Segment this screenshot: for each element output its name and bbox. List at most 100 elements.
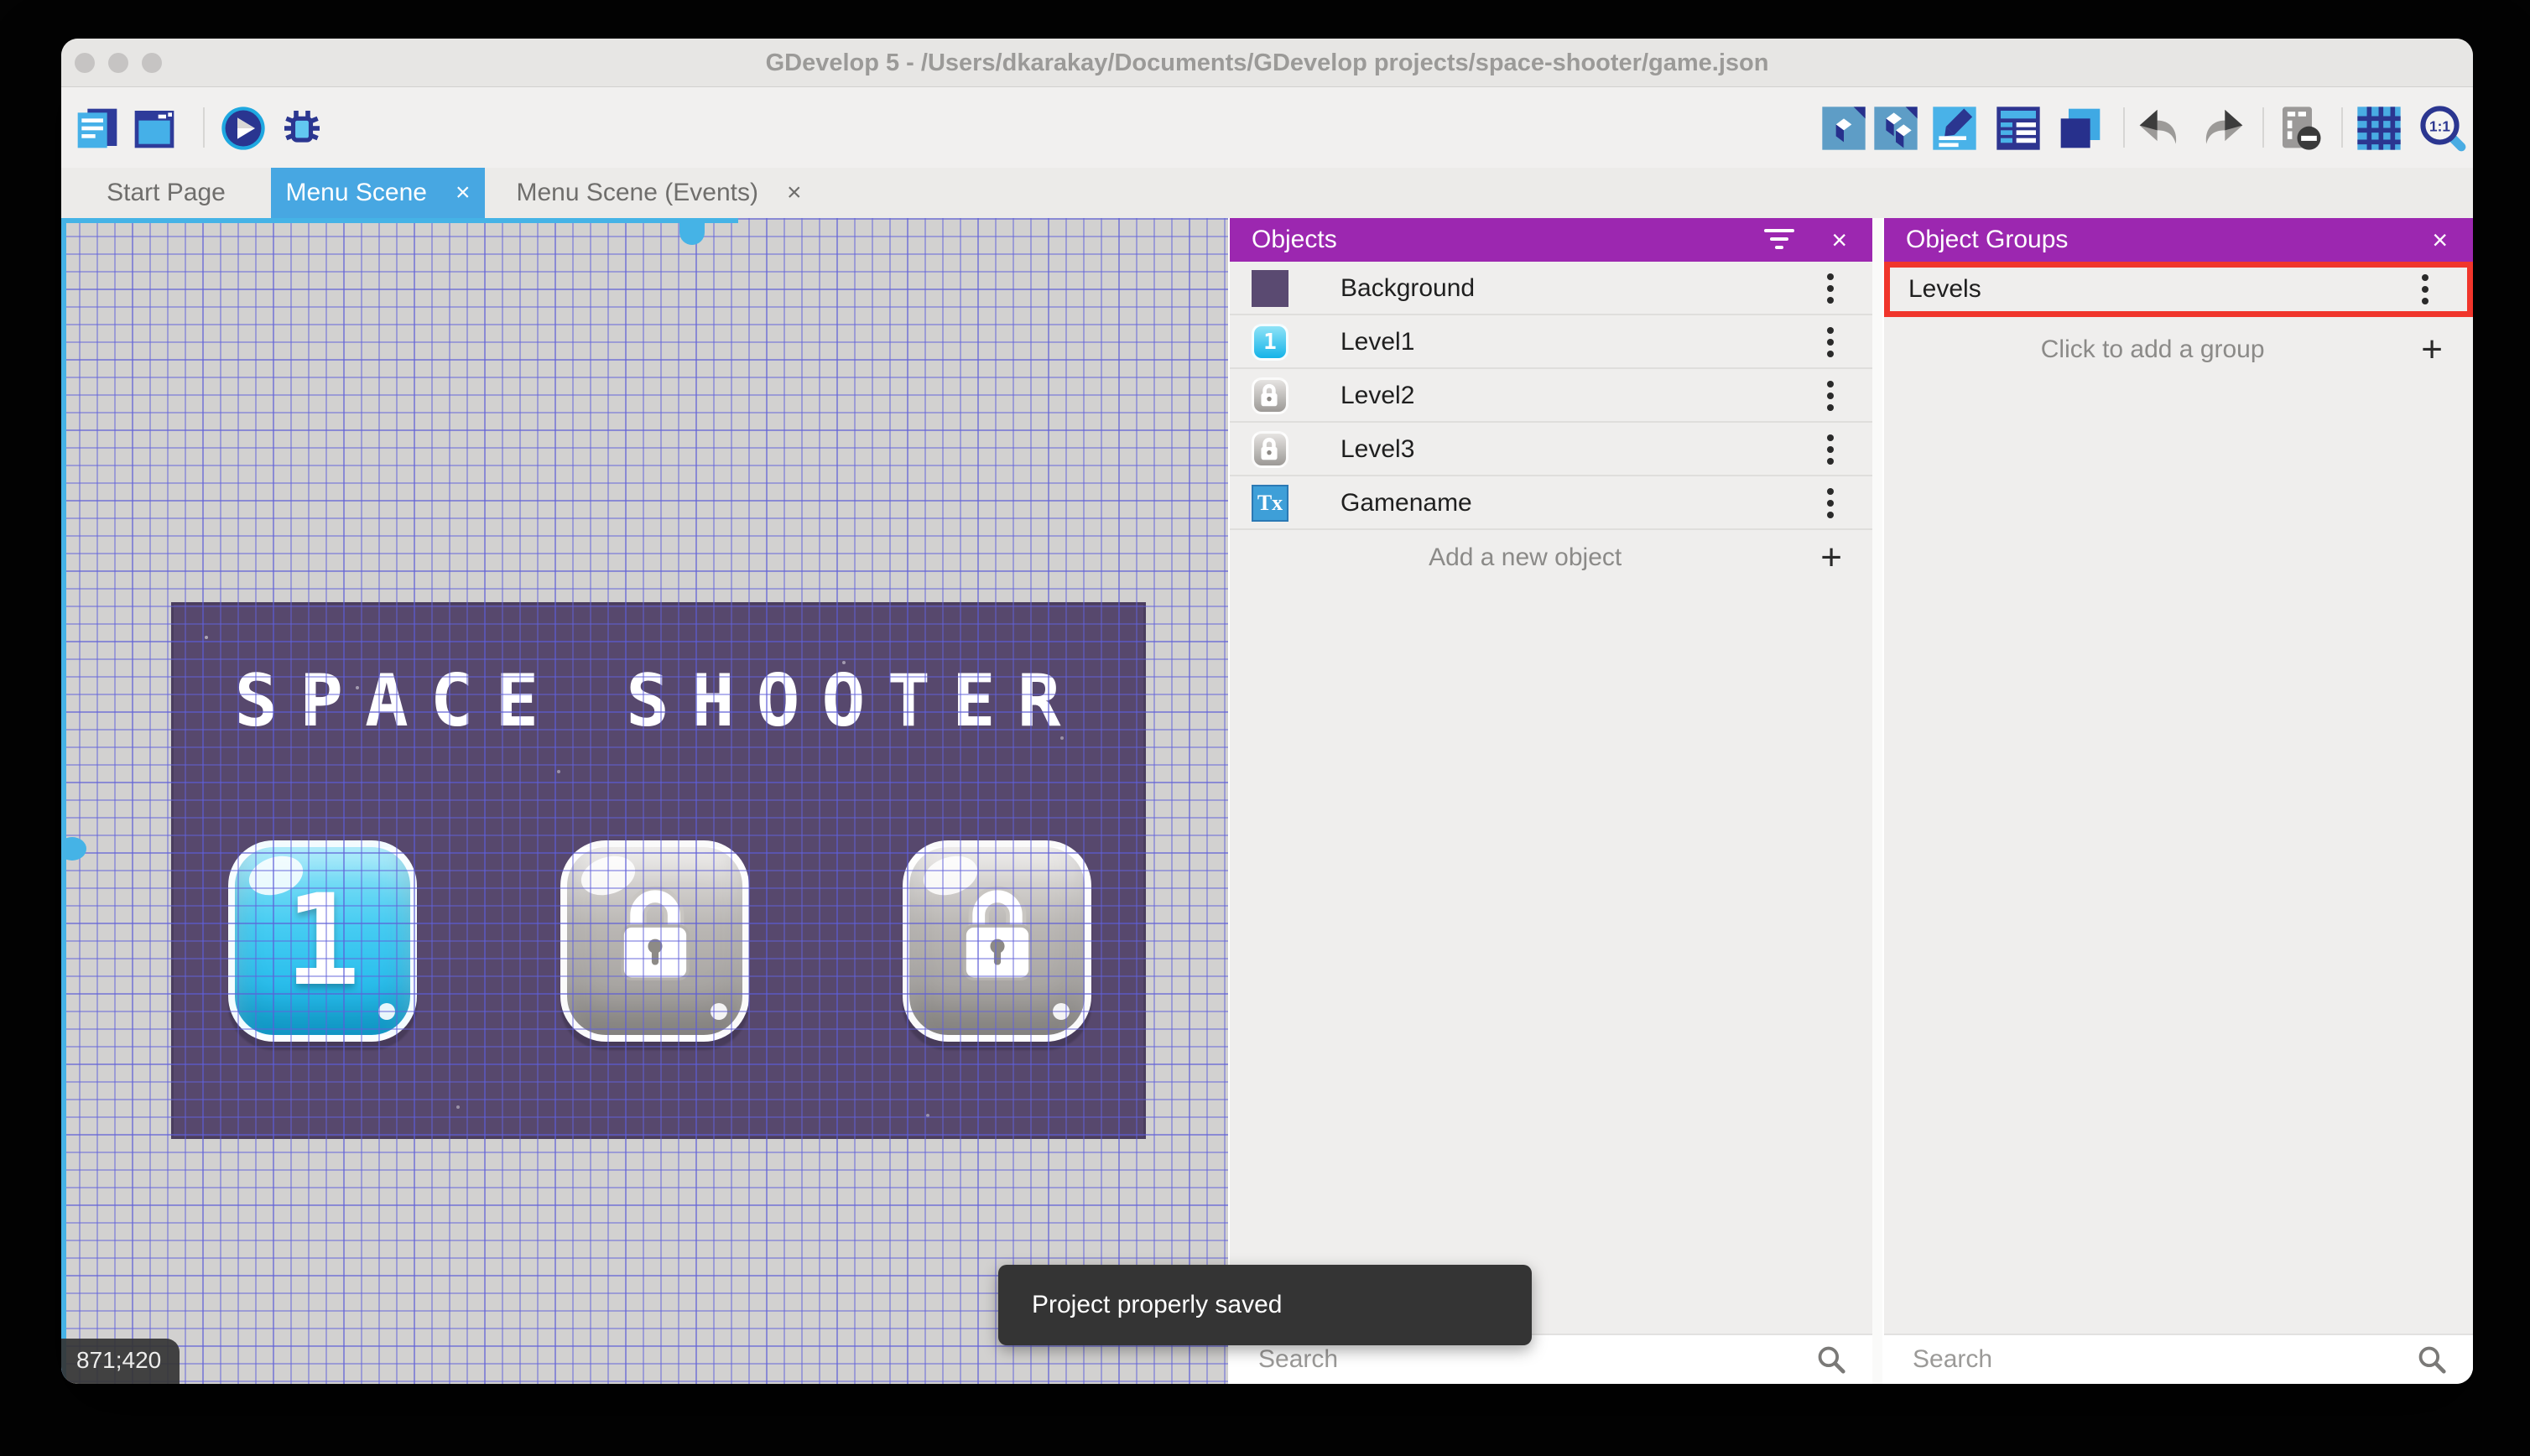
close-objects-panel-icon[interactable]: ×: [1831, 225, 1847, 256]
add-group-label: Click to add a group: [2040, 335, 2265, 363]
window-icon: [134, 111, 174, 148]
group-menu-kebab-icon[interactable]: [2422, 273, 2428, 306]
object-thumbnail: [1252, 270, 1288, 307]
lock-icon: [1261, 437, 1278, 460]
add-new-object-button[interactable]: Add a new object +: [1230, 532, 1872, 584]
object-group-cubes-icon: [1874, 107, 1918, 150]
viewport-left-border: [61, 218, 66, 1384]
redo-icon[interactable]: [2199, 104, 2247, 153]
window-title: GDevelop 5 - /Users/dkarakay/Documents/G…: [765, 49, 1769, 76]
undo-arrow-icon: [2139, 109, 2177, 144]
groups-panel-title: Object Groups: [1906, 226, 2069, 253]
groups-search-bar: [1884, 1334, 2473, 1384]
group-name: Levels: [1908, 275, 1981, 303]
toolbar-divider: [2341, 107, 2343, 148]
bug-icon: [284, 111, 320, 143]
filter-icon[interactable]: [1764, 229, 1795, 251]
pencil-card-icon: [1933, 107, 1976, 150]
objects-panel: Objects × Background 1 Level1 Level2 Lev…: [1228, 218, 1872, 1384]
close-groups-panel-icon[interactable]: ×: [2432, 225, 2448, 256]
tab-close-icon[interactable]: ×: [456, 179, 471, 207]
button-dot: [1053, 1003, 1070, 1020]
edit-object-icon[interactable]: [1819, 104, 1868, 153]
play-preview-icon[interactable]: [219, 104, 268, 153]
object-menu-kebab-icon[interactable]: [1827, 325, 1834, 359]
lock-icon: [620, 886, 690, 981]
object-row-gamename[interactable]: Tx Gamename: [1230, 478, 1872, 530]
objects-panel-title: Objects: [1252, 226, 1337, 253]
text-object-thumb: Tx: [1252, 485, 1288, 522]
toast-message: Project properly saved: [1032, 1291, 1283, 1318]
zoom-actual-size-icon[interactable]: 1:1: [2418, 104, 2467, 153]
open-layers-icon[interactable]: [2056, 104, 2105, 153]
level2-button-object[interactable]: [560, 840, 749, 1042]
object-row-level3[interactable]: Level3: [1230, 424, 1872, 476]
scene-editor-canvas[interactable]: SPACE SHOOTER 1 871;420: [61, 218, 1228, 1384]
toolbar-divider: [203, 107, 205, 148]
lock-icon: [962, 886, 1032, 981]
viewport-top-handle[interactable]: [679, 221, 705, 245]
background-stars: [205, 636, 208, 639]
start-page-icon[interactable]: [130, 104, 179, 153]
toolbar-divider: [2262, 107, 2264, 148]
undo-icon[interactable]: [2135, 104, 2184, 153]
object-name: Background: [1340, 274, 1476, 302]
title-bar: GDevelop 5 - /Users/dkarakay/Documents/G…: [61, 39, 2473, 87]
add-object-label: Add a new object: [1429, 543, 1622, 571]
locked-thumb: [1252, 377, 1288, 414]
scene-background-object[interactable]: SPACE SHOOTER 1: [171, 602, 1146, 1139]
redo-arrow-icon: [2205, 109, 2243, 144]
object-menu-kebab-icon[interactable]: [1827, 272, 1834, 305]
grid-icon: [2357, 107, 2401, 150]
groups-search-input[interactable]: [1913, 1345, 2416, 1374]
object-name: Gamename: [1340, 489, 1472, 517]
edit-scene-properties-icon[interactable]: [1930, 104, 1979, 153]
object-thumbnail: [1252, 431, 1288, 468]
object-menu-kebab-icon[interactable]: [1827, 379, 1834, 413]
object-row-background[interactable]: Background: [1230, 263, 1872, 315]
background-swatch: [1252, 270, 1288, 307]
tab-label: Menu Scene: [285, 179, 427, 206]
level3-button-object[interactable]: [903, 840, 1091, 1042]
panel-divider: [1872, 218, 1882, 1384]
object-groups-panel: Object Groups × Levels Click to add a gr…: [1882, 218, 2473, 1384]
object-name: Level3: [1340, 435, 1415, 463]
object-menu-kebab-icon[interactable]: [1827, 486, 1834, 520]
objects-search-input[interactable]: [1258, 1345, 1815, 1374]
window-mask-minus-icon: [2283, 107, 2321, 150]
tab-menu-scene[interactable]: Menu Scene ×: [271, 168, 485, 218]
cursor-coordinates-badge: 871;420: [61, 1339, 180, 1384]
object-row-level1[interactable]: 1 Level1: [1230, 317, 1872, 369]
toggle-grid-icon[interactable]: [2355, 104, 2403, 153]
project-manager-icon[interactable]: [73, 104, 122, 153]
thumb-number: 1: [1263, 330, 1277, 355]
search-icon: [1818, 1346, 1845, 1374]
gdevelop-window: GDevelop 5 - /Users/dkarakay/Documents/G…: [61, 39, 2473, 1384]
add-group-button[interactable]: Click to add a group +: [1884, 324, 2473, 376]
game-title-text-object[interactable]: SPACE SHOOTER: [171, 659, 1146, 743]
level1-button-object[interactable]: 1: [228, 840, 417, 1042]
button-dot: [711, 1003, 727, 1020]
debug-icon[interactable]: [278, 104, 326, 153]
magnifier-1-1-icon: 1:1: [2420, 106, 2466, 152]
edit-object-groups-icon[interactable]: [1871, 104, 1920, 153]
plus-icon: +: [1820, 537, 1842, 578]
tab-bar: Start Page Menu Scene × Menu Scene (Even…: [61, 168, 2473, 218]
object-name: Level2: [1340, 382, 1415, 409]
toggle-mask-icon[interactable]: [2276, 104, 2324, 153]
search-icon: [2418, 1346, 2446, 1374]
group-row-levels-highlighted[interactable]: Levels: [1884, 262, 2473, 317]
level1-thumb: 1: [1252, 324, 1288, 361]
object-menu-kebab-icon[interactable]: [1827, 433, 1834, 466]
tab-menu-scene-events[interactable]: Menu Scene (Events) ×: [485, 168, 833, 218]
object-cube-icon: [1822, 107, 1866, 150]
tab-start-page[interactable]: Start Page: [61, 168, 271, 218]
open-properties-icon[interactable]: [1994, 104, 2043, 153]
object-row-level2[interactable]: Level2: [1230, 371, 1872, 423]
button-dot: [378, 1003, 395, 1020]
play-icon: [221, 107, 265, 150]
project-manager-icon: [77, 108, 117, 148]
tab-close-icon[interactable]: ×: [787, 179, 802, 207]
viewport-left-handle[interactable]: [61, 837, 86, 861]
plus-icon: +: [2421, 329, 2443, 370]
